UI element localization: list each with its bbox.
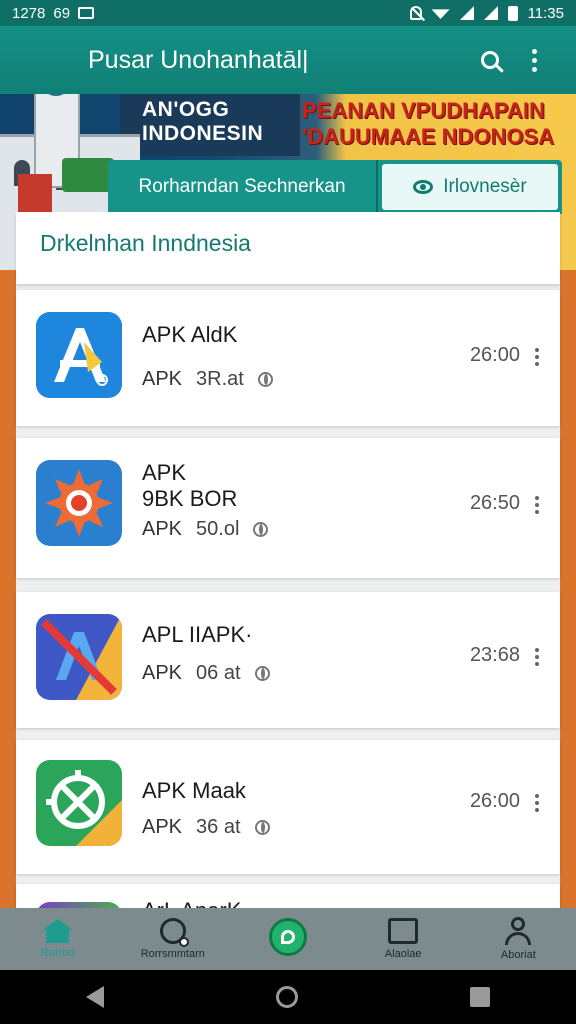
status-time: 11:35 [527, 4, 564, 22]
nav-label: Rarrbd [40, 947, 75, 959]
item-more-button[interactable] [530, 496, 544, 514]
nav-label: Alaolae [384, 948, 422, 960]
overflow-menu-button[interactable] [512, 38, 556, 82]
home-button-icon[interactable] [276, 986, 298, 1008]
search-icon [159, 918, 189, 947]
nav-label: Rorrsmmtarn [140, 948, 205, 960]
app-size: 36 at [196, 816, 241, 838]
nav-store[interactable]: Alaolae [353, 918, 453, 960]
app-type: APK [142, 518, 183, 540]
globe-icon [257, 372, 273, 387]
app-name: APK 9BK BOR [142, 460, 238, 511]
signal-icon [459, 6, 474, 20]
banner-headline-left: AN'OGG INDONESIN [142, 98, 264, 145]
nav-home[interactable]: Rarrbd [8, 919, 108, 959]
eye-icon [413, 180, 434, 194]
wifi-icon [431, 9, 450, 19]
home-icon [42, 919, 73, 943]
status-notification-count: 1278 [12, 4, 46, 22]
recents-icon[interactable] [470, 987, 490, 1007]
app-type: APK [142, 816, 183, 838]
person-icon [503, 917, 533, 945]
globe-icon [254, 666, 270, 681]
item-more-button[interactable] [530, 648, 544, 666]
globe-icon [254, 820, 270, 835]
nav-label: Aboriat [500, 949, 536, 961]
app-name: APL IIAPK· [142, 622, 253, 647]
tab-label: Irlovnesèr [443, 176, 527, 197]
app-bar: Pusar Unohanhatāl| [0, 26, 576, 94]
status-notification-badge: 69 [53, 4, 71, 22]
search-icon [481, 51, 499, 69]
tab-label: Rorharndan Sechnerkan [138, 176, 346, 197]
app-title: Pusar Unohanhatāl| [88, 45, 309, 74]
app-size: 06 at [196, 662, 241, 684]
app-name: APK AldK [142, 322, 238, 347]
section-title: Drkelnhan Inndnesia [40, 230, 251, 256]
globe-icon [253, 522, 269, 537]
list-item[interactable]: APK AldK APK 3R.at 26:00 [16, 290, 560, 426]
app-store-icon [36, 312, 122, 398]
tab-recommendations[interactable]: Rorharndan Sechnerkan [108, 160, 378, 214]
tab-indonesia[interactable]: Irlovnesèr [382, 164, 558, 210]
list-item[interactable]: APK Maak APK 36 at 26:00 [16, 740, 560, 874]
gallery-icon [78, 7, 95, 19]
system-navigation-bar [0, 970, 576, 1024]
more-vert-icon [531, 48, 537, 72]
list-item[interactable]: APL IIAPK· APK 06 at 23:68 [16, 592, 560, 728]
app-size: 3R.at [196, 368, 244, 390]
item-more-button[interactable] [530, 348, 544, 366]
app-name: APK Maak [142, 778, 246, 803]
banner-headline-right: PEANAN VPUDHAPAIN 'DAUUMAAE NDONOSA [302, 98, 555, 149]
chat-icon [268, 918, 307, 956]
app-time: 26:50 [469, 492, 520, 514]
search-button[interactable] [468, 38, 512, 82]
nav-chat[interactable] [238, 918, 338, 960]
app-time: 26:00 [469, 344, 520, 366]
app-size: 50.ol [196, 518, 240, 540]
app-type: APK [142, 368, 183, 390]
back-icon[interactable] [86, 986, 104, 1008]
battery-icon [507, 5, 518, 21]
item-more-button[interactable] [530, 794, 544, 812]
app-list-sheet: Drkelnhan Inndnesia APK AldK APK 3R.at 2… [16, 212, 560, 988]
signal-icon [483, 6, 498, 20]
store-icon [388, 918, 419, 944]
compass-gear-icon [36, 760, 122, 846]
mute-icon [409, 6, 422, 20]
status-bar: 1278 69 11:35 [0, 0, 576, 26]
list-item[interactable]: APK 9BK BOR APK 50.ol 26:50 [16, 438, 560, 578]
bottom-navigation: Rarrbd Rorrsmmtarn Alaolae Aboriat [0, 908, 576, 970]
app-type: APK [142, 662, 183, 684]
nav-profile[interactable]: Aboriat [468, 917, 568, 961]
tab-bar: Rorharndan Sechnerkan Irlovnesèr [108, 160, 562, 214]
nav-search[interactable]: Rorrsmmtarn [123, 918, 223, 960]
sun-gear-icon [36, 460, 122, 546]
section-header: Drkelnhan Inndnesia [16, 212, 560, 284]
pencil-ruler-icon [36, 614, 122, 700]
app-time: 23:68 [469, 644, 520, 666]
app-time: 26:00 [469, 790, 520, 812]
